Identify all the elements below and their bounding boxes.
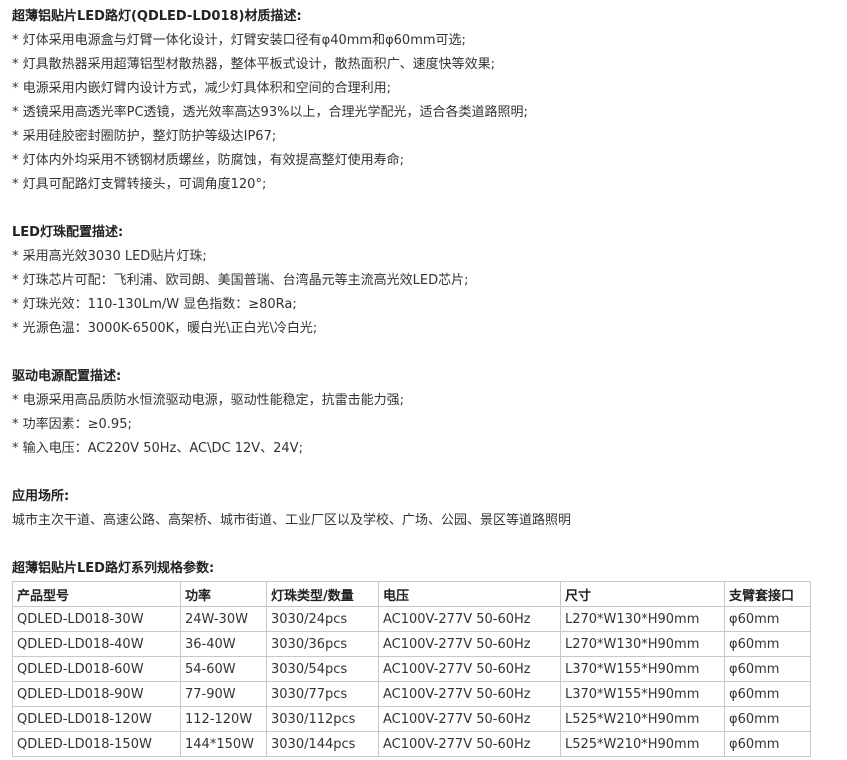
column-header-arm-socket: 支臂套接口	[724, 581, 811, 607]
section-title: 驱动电源配置描述:	[12, 369, 122, 384]
table-cell: φ60mm	[724, 681, 811, 707]
table-cell: QDLED-LD018-60W	[12, 656, 181, 682]
section-material: 超薄铝贴片LED路灯(QDLED-LD018)材质描述: * 灯体采用电源盒与灯…	[12, 5, 832, 197]
list-item: 城市主次干道、高速公路、高架桥、城市街道、工业厂区以及学校、广场、公园、景区等道…	[12, 513, 572, 528]
table-cell: L270*W130*H90mm	[560, 606, 725, 632]
table-cell: AC100V-277V 50-60Hz	[378, 656, 561, 682]
list-item: * 功率因素：≥0.95;	[12, 417, 132, 432]
section-title: 超薄铝贴片LED路灯(QDLED-LD018)材质描述:	[12, 9, 302, 24]
column-header-led-type: 灯珠类型/数量	[266, 581, 379, 607]
table-cell: 77-90W	[180, 681, 267, 707]
table-title: 超薄铝贴片LED路灯系列规格参数:	[12, 561, 215, 576]
table-cell: φ60mm	[724, 656, 811, 682]
product-description: 超薄铝贴片LED路灯(QDLED-LD018)材质描述: * 灯体采用电源盒与灯…	[12, 5, 832, 757]
table-cell: L525*W210*H90mm	[560, 731, 725, 757]
list-item: * 灯珠光效：110-130Lm/W 显色指数：≥80Ra;	[12, 297, 297, 312]
table-cell: 24W-30W	[180, 606, 267, 632]
table-cell: 3030/36pcs	[266, 631, 379, 657]
table-cell: 3030/144pcs	[266, 731, 379, 757]
list-item: * 电源采用高品质防水恒流驱动电源，驱动性能稳定，抗雷击能力强;	[12, 393, 405, 408]
list-item: * 光源色温：3000K-6500K，暖白光\正白光\冷白光;	[12, 321, 318, 336]
column-header-power: 功率	[180, 581, 267, 607]
table-cell: QDLED-LD018-150W	[12, 731, 181, 757]
table-cell: φ60mm	[724, 606, 811, 632]
list-item: * 电源采用内嵌灯臂内设计方式，减少灯具体积和空间的合理利用;	[12, 81, 392, 96]
table-cell: QDLED-LD018-90W	[12, 681, 181, 707]
table-row: QDLED-LD018-60W 54-60W 3030/54pcs AC100V…	[12, 656, 811, 682]
column-header-model: 产品型号	[12, 581, 181, 607]
table-cell: L270*W130*H90mm	[560, 631, 725, 657]
table-row: QDLED-LD018-30W 24W-30W 3030/24pcs AC100…	[12, 606, 811, 632]
section-title: LED灯珠配置描述:	[12, 225, 124, 240]
section-driver-config: 驱动电源配置描述: * 电源采用高品质防水恒流驱动电源，驱动性能稳定，抗雷击能力…	[12, 365, 832, 461]
table-cell: QDLED-LD018-120W	[12, 706, 181, 732]
table-cell: 3030/112pcs	[266, 706, 379, 732]
list-item: * 灯具散热器采用超薄铝型材散热器，整体平板式设计，散热面积广、速度快等效果;	[12, 57, 496, 72]
table-cell: φ60mm	[724, 731, 811, 757]
list-item: * 灯具可配路灯支臂转接头，可调角度120°;	[12, 177, 267, 192]
table-cell: L370*W155*H90mm	[560, 681, 725, 707]
list-item: * 灯体内外均采用不锈钢材质螺丝，防腐蚀，有效提高整灯使用寿命;	[12, 153, 405, 168]
table-cell: 112-120W	[180, 706, 267, 732]
specs-table: 产品型号 功率 灯珠类型/数量 电压 尺寸 支臂套接口 QDLED-LD018-…	[12, 581, 811, 757]
table-cell: φ60mm	[724, 706, 811, 732]
table-cell: 54-60W	[180, 656, 267, 682]
section-applications: 应用场所: 城市主次干道、高速公路、高架桥、城市街道、工业厂区以及学校、广场、公…	[12, 485, 832, 533]
section-led-config: LED灯珠配置描述: * 采用高光效3030 LED贴片灯珠; * 灯珠芯片可配…	[12, 221, 832, 341]
table-cell: 144*150W	[180, 731, 267, 757]
table-row: QDLED-LD018-120W 112-120W 3030/112pcs AC…	[12, 706, 811, 732]
table-cell: AC100V-277V 50-60Hz	[378, 681, 561, 707]
column-header-voltage: 电压	[378, 581, 561, 607]
table-header-row: 产品型号 功率 灯珠类型/数量 电压 尺寸 支臂套接口	[12, 581, 811, 607]
table-cell: L525*W210*H90mm	[560, 706, 725, 732]
list-item: * 采用高光效3030 LED贴片灯珠;	[12, 249, 207, 264]
table-row: QDLED-LD018-150W 144*150W 3030/144pcs AC…	[12, 731, 811, 757]
table-cell: L370*W155*H90mm	[560, 656, 725, 682]
list-item: * 灯珠芯片可配：飞利浦、欧司朗、美国普瑞、台湾晶元等主流高光效LED芯片;	[12, 273, 469, 288]
table-cell: AC100V-277V 50-60Hz	[378, 631, 561, 657]
table-cell: 3030/54pcs	[266, 656, 379, 682]
list-item: * 采用硅胶密封圈防护，整灯防护等级达IP67;	[12, 129, 277, 144]
table-cell: 3030/77pcs	[266, 681, 379, 707]
table-cell: AC100V-277V 50-60Hz	[378, 606, 561, 632]
table-cell: φ60mm	[724, 631, 811, 657]
table-cell: AC100V-277V 50-60Hz	[378, 731, 561, 757]
list-item: * 透镜采用高透光率PC透镜，透光效率高达93%以上，合理光学配光，适合各类道路…	[12, 105, 528, 120]
list-item: * 灯体采用电源盒与灯臂一体化设计，灯臂安装口径有φ40mm和φ60mm可选;	[12, 33, 466, 48]
section-title: 应用场所:	[12, 489, 70, 504]
table-row: QDLED-LD018-40W 36-40W 3030/36pcs AC100V…	[12, 631, 811, 657]
table-cell: AC100V-277V 50-60Hz	[378, 706, 561, 732]
table-cell: 36-40W	[180, 631, 267, 657]
table-row: QDLED-LD018-90W 77-90W 3030/77pcs AC100V…	[12, 681, 811, 707]
column-header-size: 尺寸	[560, 581, 725, 607]
list-item: * 输入电压：AC220V 50Hz、AC\DC 12V、24V;	[12, 441, 303, 456]
table-cell: QDLED-LD018-30W	[12, 606, 181, 632]
table-cell: QDLED-LD018-40W	[12, 631, 181, 657]
table-cell: 3030/24pcs	[266, 606, 379, 632]
